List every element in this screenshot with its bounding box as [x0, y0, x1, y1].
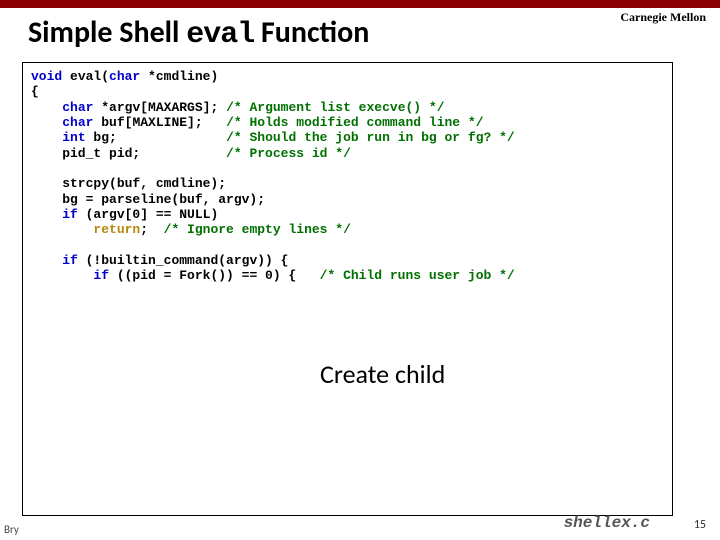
code-txt: (!builtin_command(argv)) {	[78, 253, 289, 268]
code-txt	[31, 115, 62, 130]
code-txt: *argv[MAXARGS];	[93, 100, 226, 115]
code-txt: {	[31, 84, 39, 99]
title-code: eval	[186, 18, 254, 52]
code-blank	[31, 238, 39, 253]
code-kw: if	[62, 207, 78, 222]
code-kw: if	[93, 268, 109, 283]
code-kw: if	[62, 253, 78, 268]
code-txt: ;	[140, 222, 163, 237]
code-txt: bg = parseline(buf, argv);	[31, 192, 265, 207]
code-txt	[31, 222, 93, 237]
page-number: 15	[694, 518, 706, 532]
code-txt	[31, 100, 62, 115]
annotation-label: Create child	[320, 358, 445, 390]
code-comment: /* Child runs user job */	[320, 268, 515, 283]
accent-bar	[0, 0, 720, 8]
code-return: return	[93, 222, 140, 237]
code-kw: int	[62, 130, 85, 145]
code-txt: strcpy(buf, cmdline);	[31, 176, 226, 191]
code-txt: eval(	[62, 69, 109, 84]
code-txt	[31, 130, 62, 145]
code-kw: char	[62, 100, 93, 115]
code-kw: void	[31, 69, 62, 84]
code-kw: char	[62, 115, 93, 130]
code-txt: pid_t pid;	[31, 146, 226, 161]
code-box: void eval(char *cmdline) { char *argv[MA…	[22, 62, 673, 516]
code-txt: buf[MAXLINE];	[93, 115, 226, 130]
code-comment: /* Should the job run in bg or fg? */	[226, 130, 515, 145]
code-kw: char	[109, 69, 140, 84]
code-txt: *cmdline)	[140, 69, 218, 84]
brand-label: Carnegie Mellon	[620, 10, 706, 25]
code-txt: bg;	[86, 130, 226, 145]
slide: Carnegie Mellon Simple Shell eval Functi…	[0, 0, 720, 540]
code-comment: /* Ignore empty lines */	[164, 222, 351, 237]
code-txt: (argv[0] == NULL)	[78, 207, 218, 222]
code-txt	[31, 207, 62, 222]
code-comment: /* Process id */	[226, 146, 351, 161]
code-comment: /* Holds modified command line */	[226, 115, 483, 130]
code-txt	[31, 253, 62, 268]
footer-left: Bry	[4, 523, 19, 536]
title-text-before: Simple Shell	[28, 14, 186, 51]
code-blank	[31, 161, 39, 176]
code-txt	[31, 268, 93, 283]
title-text-after: Function	[254, 14, 369, 51]
code-txt: ((pid = Fork()) == 0) {	[109, 268, 320, 283]
slide-title: Simple Shell eval Function	[28, 14, 369, 52]
code-comment: /* Argument list execve() */	[226, 100, 444, 115]
source-file-label: shellex.c	[564, 514, 650, 532]
